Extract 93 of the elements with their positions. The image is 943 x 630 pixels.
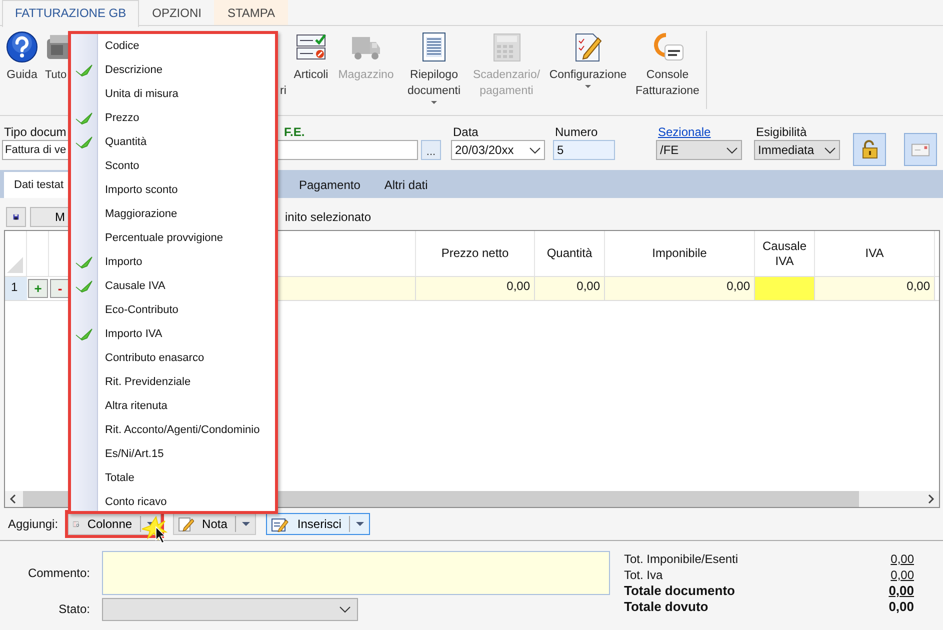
field-label: Tipo docum	[3, 124, 66, 140]
menu-item[interactable]: Codice	[71, 34, 275, 58]
sezionale-link[interactable]: Sezionale	[656, 124, 711, 140]
field-label: Data	[452, 124, 478, 140]
total-link[interactable]: 0,00	[824, 551, 914, 567]
ribbon-tab[interactable]: STAMPA	[214, 0, 288, 25]
caret-icon	[241, 521, 252, 527]
caret-icon	[431, 101, 437, 104]
checkmark-icon	[75, 63, 93, 77]
total-label: Totale dovuto	[624, 599, 710, 615]
email-button[interactable]	[904, 133, 937, 166]
checkmark-icon	[75, 111, 93, 125]
column-header[interactable]: Causale IVA	[755, 231, 815, 276]
split-button[interactable]: Nota	[173, 513, 256, 535]
menu-item[interactable]: Eco-Contributo	[71, 298, 275, 322]
pencil-form-icon	[271, 516, 290, 532]
table-cell[interactable]: 0,00	[605, 277, 755, 300]
table-cell[interactable]: 0,00	[815, 277, 935, 300]
note-pencil-icon	[178, 516, 194, 532]
column-header[interactable]: Prezzo netto	[416, 231, 535, 276]
ribbon-tab[interactable]: OPZIONI	[139, 0, 214, 25]
checkmark-icon	[75, 255, 93, 269]
click-cursor-drawing	[142, 516, 168, 544]
comment-field[interactable]	[102, 551, 610, 595]
save-button[interactable]	[6, 206, 26, 226]
ribbon-tab[interactable]: FATTURAZIONE GB	[2, 0, 140, 27]
calculator-icon	[490, 31, 522, 63]
menu-item[interactable]: Importo IVA	[71, 322, 275, 346]
menu-item[interactable]: Importo	[71, 250, 275, 274]
field-label: Numero	[554, 124, 598, 140]
column-header[interactable]: IVA	[815, 231, 935, 276]
ribbon-button[interactable]: Console Fatturazione	[633, 31, 702, 115]
chevron-down-icon	[529, 146, 541, 154]
caret-icon	[585, 85, 591, 88]
remove-row-button[interactable]: -	[50, 279, 70, 298]
tab[interactable]: Altri dati	[372, 172, 440, 198]
split-button[interactable]: Inserisci	[266, 513, 370, 535]
padlock-icon	[860, 140, 878, 159]
menu-item[interactable]: Totale	[71, 466, 275, 490]
envelope-icon	[911, 142, 930, 156]
column-header[interactable]: Quantità	[535, 231, 605, 276]
total-label: Tot. Iva	[624, 567, 664, 583]
chevron-down-icon	[339, 606, 351, 612]
ribbon-button[interactable]: Riepilogo documenti	[399, 31, 469, 115]
chevron-down-icon	[726, 146, 738, 154]
menu-item[interactable]: Es/Ni/Art.15	[71, 442, 275, 466]
menu-item[interactable]: Percentuale provvigione	[71, 226, 275, 250]
dropdown[interactable]: Immediata	[754, 140, 840, 160]
total-value: 0,00	[888, 599, 914, 615]
ribbon-button[interactable]: Configurazione	[544, 31, 632, 115]
menu-item[interactable]: Rit. Acconto/Agenti/Condominio	[71, 418, 275, 442]
field-label: Stato:	[58, 602, 91, 616]
field-label: F.E.	[283, 124, 305, 140]
add-label: Aggiungi:	[8, 517, 58, 531]
menu-item[interactable]: Altra ritenuta	[71, 394, 275, 418]
menu-item[interactable]: Descrizione	[71, 58, 275, 82]
total-link[interactable]: 0,00	[824, 567, 914, 583]
date-picker[interactable]: 20/03/20xx	[451, 140, 545, 160]
field-label: Esigibilità	[755, 124, 807, 140]
browse-button[interactable]: ...	[421, 140, 441, 160]
ribbon-button[interactable]: Articoli	[289, 31, 333, 115]
help-icon	[6, 31, 38, 63]
total-label: Totale documento	[624, 583, 736, 599]
menu-item[interactable]: Contributo enasarco	[71, 346, 275, 370]
menu-item[interactable]: Quantità	[71, 130, 275, 154]
menu-item[interactable]: Prezzo	[71, 106, 275, 130]
chevron-down-icon	[824, 146, 836, 154]
menu-item[interactable]: Conto ricavo	[71, 490, 275, 514]
table-cell[interactable]: 0,00	[535, 277, 605, 300]
checkmark-icon	[75, 279, 93, 293]
table-cell[interactable]: 0,00	[416, 277, 535, 300]
corner-triangle-icon	[7, 257, 23, 273]
menu-item[interactable]: Unita di misura	[71, 82, 275, 106]
tab[interactable]: Pagamento	[287, 172, 372, 198]
ribbon-button[interactable]: Guida	[4, 31, 40, 115]
ribbon-button[interactable]: ri	[280, 31, 288, 115]
total-label: Tot. Imponibile/Esenti	[624, 551, 740, 567]
dropdown[interactable]: /FE	[656, 140, 742, 160]
checkmark-icon	[75, 135, 93, 149]
column-header[interactable]: Imponibile	[605, 231, 755, 276]
toolbar-text: inito selezionato	[285, 210, 372, 224]
row-number: 1	[5, 277, 27, 300]
field-label: Commento:	[26, 566, 91, 580]
caret-icon	[355, 521, 366, 527]
table-cell[interactable]	[755, 277, 815, 300]
add-row-button[interactable]: +	[28, 279, 48, 298]
checkmark-icon	[75, 327, 93, 341]
total-link[interactable]: 0,00	[824, 583, 914, 599]
input-field[interactable]: 5	[553, 140, 615, 160]
menu-item[interactable]: Causale IVA	[71, 274, 275, 298]
lock-button[interactable]	[853, 133, 886, 166]
menu-item[interactable]: Rit. Previdenziale	[71, 370, 275, 394]
status-dropdown[interactable]	[102, 598, 358, 620]
